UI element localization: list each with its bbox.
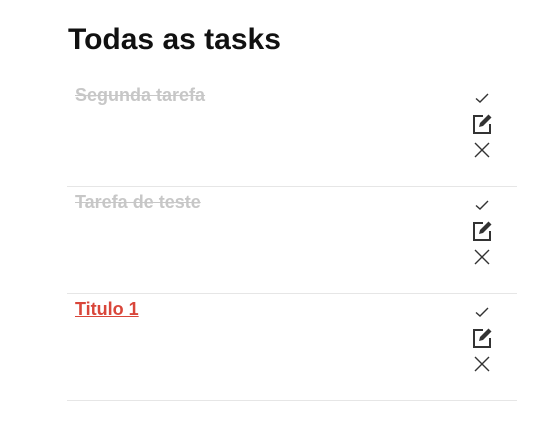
complete-button[interactable] [470,193,494,217]
edit-icon [473,328,492,348]
edit-button[interactable] [470,326,494,350]
close-icon [474,142,490,158]
complete-button[interactable] [470,86,494,110]
task-title[interactable]: Segunda tarefa [75,84,205,106]
page: Todas as tasks Segunda tarefa Tarefa de … [0,0,552,423]
task-actions [470,86,494,164]
edit-icon [473,114,492,134]
task-actions [470,300,494,378]
edit-button[interactable] [470,112,494,136]
close-icon [474,249,490,265]
page-title: Todas as tasks [68,23,281,56]
delete-button[interactable] [470,245,494,269]
edit-button[interactable] [470,219,494,243]
task-title[interactable]: Tarefa de teste [75,191,201,213]
delete-button[interactable] [470,138,494,162]
edit-icon [473,221,492,241]
check-icon [475,93,489,103]
task-actions [470,193,494,271]
delete-button[interactable] [470,352,494,376]
task-item: Segunda tarefa [67,80,517,187]
task-list: Segunda tarefa Tarefa de teste Titulo 1 [67,80,517,401]
task-item: Titulo 1 [67,294,517,401]
complete-button[interactable] [470,300,494,324]
task-item: Tarefa de teste [67,187,517,294]
close-icon [474,356,490,372]
check-icon [475,307,489,317]
check-icon [475,200,489,210]
task-title[interactable]: Titulo 1 [75,298,139,320]
